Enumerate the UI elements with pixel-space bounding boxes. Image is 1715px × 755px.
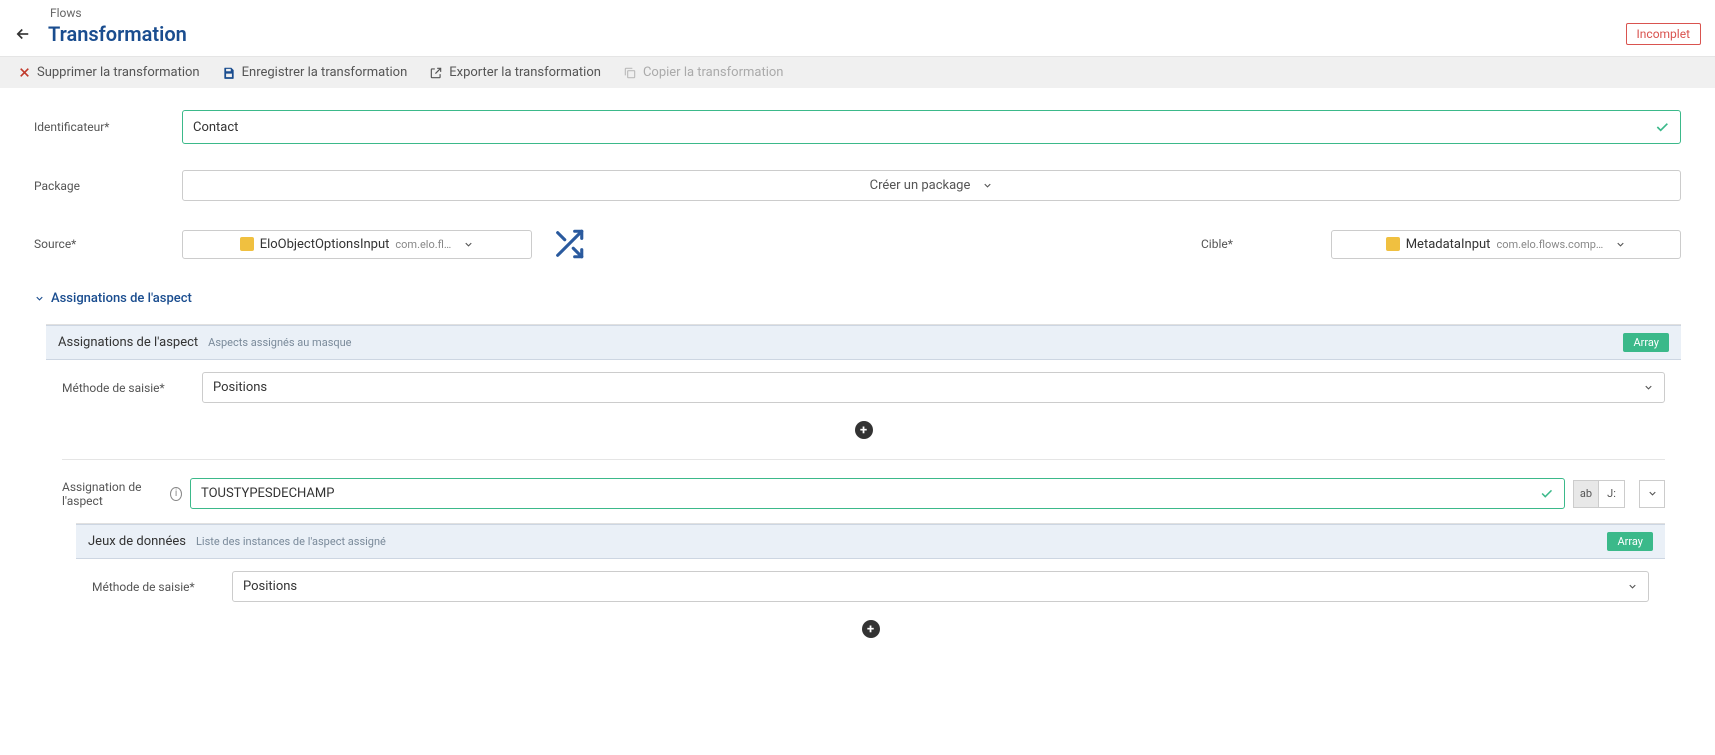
aspect-assignment-value: TOUSTYPESDECHAMP	[201, 486, 334, 501]
object-icon	[240, 237, 254, 251]
save-transformation-button[interactable]: Enregistrer la transformation	[222, 65, 408, 80]
chevron-down-icon	[34, 293, 45, 304]
info-icon[interactable]: i	[170, 487, 182, 501]
chevron-down-icon	[1627, 581, 1638, 592]
export-transformation-button[interactable]: Exporter la transformation	[429, 65, 601, 80]
save-icon	[222, 66, 236, 80]
chevron-down-icon	[1643, 382, 1654, 393]
aspect-assignments-section-toggle[interactable]: Assignations de l'aspect	[34, 291, 1681, 306]
mode-js-button[interactable]: J:	[1599, 480, 1625, 508]
select-value: Positions	[213, 380, 267, 395]
toolbar-label: Copier la transformation	[643, 65, 784, 80]
package-label: Package	[34, 179, 162, 193]
toolbar-label: Exporter la transformation	[449, 65, 601, 80]
close-icon	[18, 66, 31, 79]
panel-title: Jeux de données	[88, 534, 186, 549]
check-icon	[1539, 486, 1554, 501]
identifier-input[interactable]: Contact	[182, 110, 1681, 144]
expand-dropdown-button[interactable]	[1639, 480, 1665, 508]
target-name: MetadataInput	[1406, 237, 1491, 252]
identifier-value: Contact	[193, 120, 238, 135]
source-path: com.elo.fl…	[395, 238, 451, 251]
breadcrumb[interactable]: Flows	[50, 6, 1701, 20]
target-select[interactable]: MetadataInput com.elo.flows.comp…	[1331, 230, 1681, 259]
check-icon	[1654, 119, 1670, 135]
status-badge: Incomplet	[1626, 23, 1701, 45]
page-header: Flows Transformation Incomplet	[0, 0, 1715, 57]
aspect-assignments-panel-header: Assignations de l'aspect Aspects assigné…	[46, 325, 1681, 360]
back-arrow-icon[interactable]	[14, 25, 34, 43]
target-label: Cible*	[1201, 237, 1311, 251]
input-method-label: Méthode de saisie*	[92, 580, 212, 594]
source-name: EloObjectOptionsInput	[260, 237, 390, 252]
page-title: Transformation	[48, 22, 187, 46]
toolbar-label: Supprimer la transformation	[37, 65, 200, 80]
delete-transformation-button[interactable]: Supprimer la transformation	[18, 65, 200, 80]
input-mode-group: ab J:	[1573, 480, 1625, 508]
export-icon	[429, 66, 443, 80]
copy-icon	[623, 66, 637, 80]
toolbar-label: Enregistrer la transformation	[242, 65, 408, 80]
chevron-down-icon	[463, 239, 474, 250]
mode-text-button[interactable]: ab	[1573, 480, 1599, 508]
chevron-down-icon	[982, 180, 993, 191]
input-method-select-2[interactable]: Positions	[232, 571, 1649, 602]
action-toolbar: Supprimer la transformation Enregistrer …	[0, 57, 1715, 88]
panel-title: Assignations de l'aspect	[58, 335, 198, 350]
shuffle-icon	[552, 227, 1181, 261]
aspect-assignment-input[interactable]: TOUSTYPESDECHAMP	[190, 478, 1565, 509]
add-button[interactable]: +	[855, 421, 873, 439]
main-content: Identificateur* Contact Package Créer un…	[0, 88, 1715, 694]
package-button-label: Créer un package	[870, 178, 971, 193]
create-package-button[interactable]: Créer un package	[182, 170, 1681, 201]
object-icon	[1386, 237, 1400, 251]
section-title: Assignations de l'aspect	[51, 291, 192, 306]
target-path: com.elo.flows.comp…	[1496, 238, 1603, 251]
select-value: Positions	[243, 579, 297, 594]
source-label: Source*	[34, 237, 162, 251]
source-select[interactable]: EloObjectOptionsInput com.elo.fl…	[182, 230, 532, 259]
panel-subtitle: Aspects assignés au masque	[208, 336, 351, 349]
array-badge: Array	[1607, 532, 1653, 551]
add-button[interactable]: +	[862, 620, 880, 638]
array-badge: Array	[1623, 333, 1669, 352]
panel-subtitle: Liste des instances de l'aspect assigné	[196, 535, 386, 548]
aspect-assignment-label: Assignation de l'aspect	[62, 480, 164, 508]
input-method-label: Méthode de saisie*	[62, 381, 182, 395]
input-method-select[interactable]: Positions	[202, 372, 1665, 403]
copy-transformation-button: Copier la transformation	[623, 65, 784, 80]
chevron-down-icon	[1615, 239, 1626, 250]
datasets-panel-header: Jeux de données Liste des instances de l…	[76, 524, 1665, 559]
identifier-label: Identificateur*	[34, 120, 162, 134]
